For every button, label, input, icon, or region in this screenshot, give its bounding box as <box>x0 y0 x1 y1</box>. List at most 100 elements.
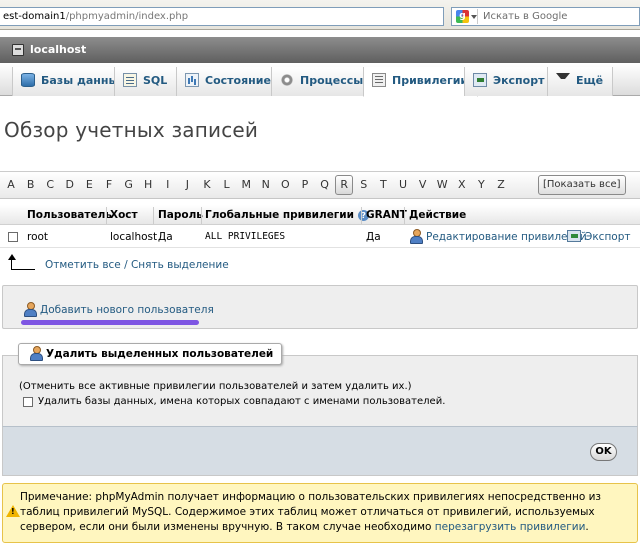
page-title: Обзор учетных записей <box>4 118 259 142</box>
letter-h[interactable]: H <box>140 172 156 198</box>
user-delete-icon <box>29 346 43 361</box>
letter-v[interactable]: V <box>415 172 431 198</box>
initials-bar: [Показать все] ABCDEFGHIJKLMNOPQRSTUVWXY… <box>0 171 640 199</box>
tab-processes[interactable]: Процессы <box>271 67 374 96</box>
letter-c[interactable]: C <box>42 172 58 198</box>
delete-note: (Отменить все активные привилегии пользо… <box>19 381 412 392</box>
status-icon <box>185 73 199 87</box>
tab-export[interactable]: Экспорт <box>464 67 555 96</box>
table-row: root localhost Да ALL PRIVILEGES Да Реда… <box>0 226 640 248</box>
tab-label: Привилегии <box>392 74 469 87</box>
col-host[interactable]: Хост <box>110 205 138 225</box>
letter-f[interactable]: F <box>101 172 117 198</box>
cell-host: localhost <box>110 231 158 243</box>
user-edit-icon <box>409 229 423 244</box>
tab-privileges[interactable]: Привилегии <box>363 67 479 97</box>
edit-privileges-link[interactable]: Редактирование привилегий <box>409 226 587 248</box>
google-icon: g <box>456 10 469 23</box>
server-link[interactable]: localhost <box>30 37 86 63</box>
tab-label: Базы данных <box>41 74 126 87</box>
notice-text: Примечание: phpMyAdmin получает информац… <box>20 490 620 535</box>
tab-label: Состояние <box>205 74 271 87</box>
column-divider <box>153 207 154 224</box>
col-grant[interactable]: GRANT <box>366 205 407 225</box>
edit-privileges-label: Редактирование привилегий <box>426 231 587 243</box>
chevron-down-icon <box>556 73 570 87</box>
server-breadcrumb: localhost <box>0 37 640 63</box>
letter-z[interactable]: Z <box>493 172 509 198</box>
drop-databases-label[interactable]: Удалить базы данных, имена которых совпа… <box>38 396 445 407</box>
cell-user: root <box>27 231 49 243</box>
notice-tail: . <box>585 521 589 533</box>
delete-footer <box>2 426 638 476</box>
letter-s[interactable]: S <box>356 172 372 198</box>
delete-users-legend: Удалить выделенных пользователей <box>18 343 283 365</box>
show-all-button[interactable]: [Показать все] <box>538 175 626 195</box>
col-global-privileges: Глобальные привилегии? <box>205 205 370 225</box>
check-all-link[interactable]: Отметить все / Снять выделение <box>45 259 229 271</box>
letter-q[interactable]: Q <box>317 172 333 198</box>
letter-p[interactable]: P <box>297 172 313 198</box>
reload-privileges-link[interactable]: перезагрузить привилегии <box>435 521 586 533</box>
letter-u[interactable]: U <box>395 172 411 198</box>
column-divider <box>361 207 362 224</box>
letter-l[interactable]: L <box>219 172 235 198</box>
add-user-link[interactable]: Добавить нового пользователя <box>23 302 214 317</box>
col-password[interactable]: Пароль <box>158 205 203 225</box>
chevron-down-icon <box>471 15 477 19</box>
column-divider <box>106 207 107 224</box>
letter-k[interactable]: K <box>199 172 215 198</box>
url-host: est-domain1 <box>3 11 66 22</box>
letter-t[interactable]: T <box>375 172 391 198</box>
row-checkbox[interactable] <box>8 232 18 242</box>
drop-databases-checkbox[interactable] <box>23 397 33 407</box>
tab-label: Процессы <box>300 74 364 87</box>
privileges-icon <box>372 73 386 87</box>
ok-button[interactable]: OK <box>590 443 617 461</box>
letter-g[interactable]: G <box>121 172 137 198</box>
cell-global-privileges: ALL PRIVILEGES <box>205 231 286 242</box>
export-user-link[interactable]: Экспорт <box>567 226 631 248</box>
col-global-privileges-label: Глобальные привилегии <box>205 209 355 221</box>
letter-x[interactable]: X <box>454 172 470 198</box>
highlight-underline <box>21 320 199 325</box>
col-user[interactable]: Пользователь <box>27 205 112 225</box>
search-input[interactable]: Искать в Google <box>483 8 567 25</box>
column-divider <box>404 207 405 224</box>
letter-i[interactable]: I <box>160 172 176 198</box>
search-box[interactable]: g Искать в Google <box>451 7 640 26</box>
letter-y[interactable]: Y <box>473 172 489 198</box>
tab-label: Экспорт <box>493 74 545 87</box>
tab-label: SQL <box>143 74 168 87</box>
gear-icon <box>280 73 294 87</box>
letter-r[interactable]: R <box>335 175 354 195</box>
search-engine-selector[interactable]: g <box>454 9 478 24</box>
export-icon <box>567 230 581 242</box>
address-bar[interactable]: est-domain1/phpmyadmin/index.php <box>0 7 444 26</box>
export-icon <box>473 73 487 87</box>
arrow-up-icon <box>8 254 35 270</box>
letter-j[interactable]: J <box>179 172 195 198</box>
warning-icon <box>6 505 20 517</box>
cell-password: Да <box>158 231 173 243</box>
tab-more[interactable]: Ещё <box>547 67 614 96</box>
letter-d[interactable]: D <box>62 172 78 198</box>
letter-m[interactable]: M <box>238 172 254 198</box>
export-user-label: Экспорт <box>585 231 631 243</box>
letter-b[interactable]: B <box>23 172 39 198</box>
letter-w[interactable]: W <box>434 172 450 198</box>
column-divider <box>201 207 202 224</box>
database-icon <box>21 73 35 87</box>
sql-icon <box>123 73 137 87</box>
tab-sql[interactable]: SQL <box>114 67 178 96</box>
add-user-panel: Добавить нового пользователя <box>2 285 638 329</box>
letter-n[interactable]: N <box>258 172 274 198</box>
letter-a[interactable]: A <box>3 172 19 198</box>
letter-e[interactable]: E <box>81 172 97 198</box>
add-user-icon <box>23 302 37 317</box>
main-tabs: Базы данных SQL Состояние Процессы Приви… <box>0 64 640 97</box>
tab-status[interactable]: Состояние <box>176 67 281 96</box>
users-table-header: Пользователь Хост Пароль Глобальные прив… <box>0 205 640 225</box>
letter-o[interactable]: O <box>277 172 293 198</box>
url-path: /phpmyadmin/index.php <box>65 11 189 22</box>
